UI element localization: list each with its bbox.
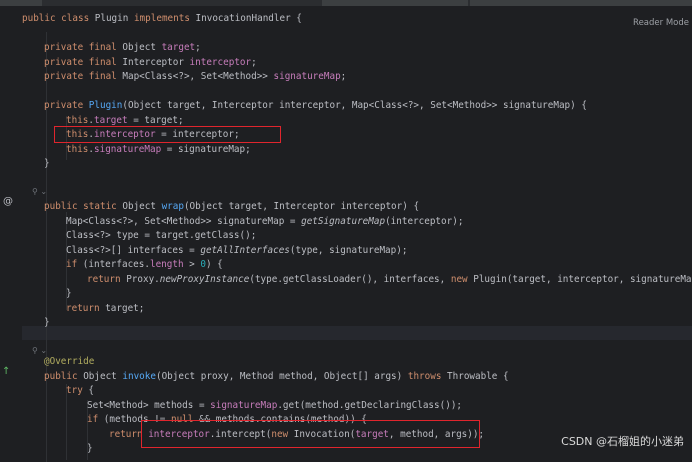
watermark: CSDN @石榴姐的小迷弟 (561, 435, 684, 448)
code-line: Class<?> type = target.getClass(); (66, 230, 257, 241)
override-icon[interactable]: ↑ (2, 366, 10, 377)
code-line: private final Interceptor interceptor; (44, 57, 257, 68)
code-line: } (44, 317, 50, 328)
code-line: if (interfaces.length > 0) { (66, 259, 223, 270)
code-line: private final Map<Class<?>, Set<Method>>… (44, 71, 347, 82)
code-line: } (44, 158, 50, 169)
editor-gutter: @ ↑ (0, 6, 22, 458)
code-line: public Object invoke(Object proxy, Metho… (44, 371, 509, 382)
code-line: private Plugin(Object target, Intercepto… (44, 100, 587, 111)
code-line: Map<Class<?>, Set<Method>> signatureMap … (66, 216, 464, 227)
code-line: private final Object target; (44, 42, 201, 53)
code-line: public static Object wrap(Object target,… (44, 201, 420, 212)
inline-hint[interactable]: ⚲ ⌄ (22, 185, 47, 199)
code-line: public class Plugin implements Invocatio… (22, 13, 302, 24)
code-line: try { (66, 385, 94, 396)
reader-mode-button[interactable]: Reader Mode (633, 18, 689, 28)
code-line: this.signatureMap = signatureMap; (66, 144, 251, 155)
code-editor[interactable]: public class Plugin implements Invocatio… (22, 6, 692, 462)
highlight-box (141, 420, 480, 448)
code-line: @Override (44, 356, 95, 367)
code-line: return Proxy.newProxyInstance(type.getCl… (87, 274, 692, 285)
code-line: Class<?>[] interfaces = getAllInterfaces… (66, 245, 408, 256)
code-line: return target; (66, 303, 145, 314)
code-line: } (66, 288, 72, 299)
highlight-box (54, 126, 281, 143)
code-line: Set<Method> methods = signatureMap.get(m… (87, 400, 463, 411)
code-line: } (87, 443, 93, 454)
current-line-highlight (22, 326, 692, 340)
at-icon[interactable]: @ (3, 196, 13, 207)
